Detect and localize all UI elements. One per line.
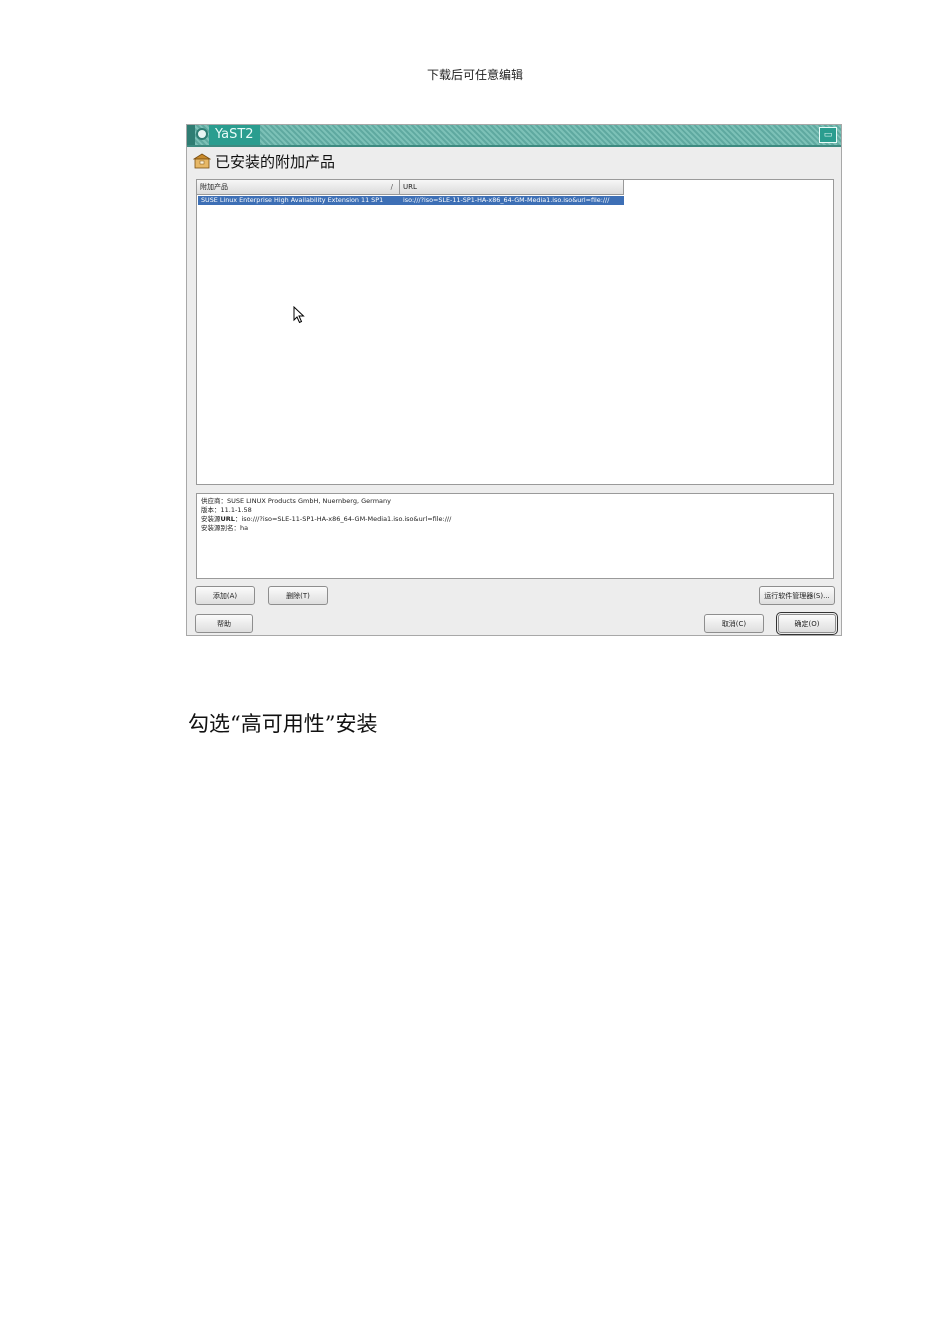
detail-alias: 安装源别名：ha — [201, 524, 249, 532]
window-titlebar[interactable]: YaST2 ▭ — [187, 125, 841, 147]
help-button[interactable]: 帮助 — [195, 614, 253, 633]
document-header: 下载后可任意编辑 — [426, 68, 523, 82]
column-header-url[interactable]: URL — [400, 180, 624, 195]
table-row[interactable]: SUSE Linux Enterprise High Availability … — [198, 196, 624, 205]
detail-vendor: 供应商：SUSE LINUX Products GmbH, Nuernberg,… — [201, 497, 391, 505]
window-title: YaST2 — [209, 125, 260, 145]
detail-source-url: 安装源URL：iso:///?iso=SLE-11-SP1-HA-x86_64-… — [201, 515, 452, 523]
package-icon — [193, 153, 211, 169]
cell-product: SUSE Linux Enterprise High Availability … — [201, 196, 384, 204]
maximize-icon[interactable]: ▭ — [819, 127, 837, 143]
add-button[interactable]: 添加(A) — [195, 586, 255, 605]
yast-window: YaST2 ▭ 已安装的附加产品 附加产品 / URL SUSE Linux E… — [186, 124, 842, 636]
cancel-button[interactable]: 取消(C) — [704, 614, 764, 633]
detail-version: 版本：11.1-1.58 — [201, 506, 252, 514]
column-header-url-label: URL — [403, 183, 417, 191]
mouse-pointer-icon — [293, 306, 305, 324]
cell-url: iso:///?iso=SLE-11-SP1-HA-x86_64-GM-Medi… — [403, 196, 610, 204]
document-caption: 勾选“高可用性”安装 — [188, 712, 378, 736]
sort-indicator: / — [390, 183, 393, 191]
dialog-header: 已安装的附加产品 — [193, 151, 335, 171]
yast-app-icon — [196, 128, 208, 140]
table-header: 附加产品 / URL — [197, 180, 624, 195]
column-header-product[interactable]: 附加产品 / — [197, 180, 400, 195]
ok-button[interactable]: 确定(O) — [776, 612, 838, 635]
run-software-manager-button[interactable]: 运行软件管理器(S)... — [759, 586, 835, 605]
delete-button[interactable]: 删除(T) — [268, 586, 328, 605]
product-details: 供应商：SUSE LINUX Products GmbH, Nuernberg,… — [196, 493, 834, 579]
titlebar-edge — [187, 125, 195, 145]
column-header-product-label: 附加产品 — [200, 183, 228, 191]
dialog-title: 已安装的附加产品 — [215, 152, 336, 171]
addon-products-table[interactable]: 附加产品 / URL SUSE Linux Enterprise High Av… — [196, 179, 834, 485]
